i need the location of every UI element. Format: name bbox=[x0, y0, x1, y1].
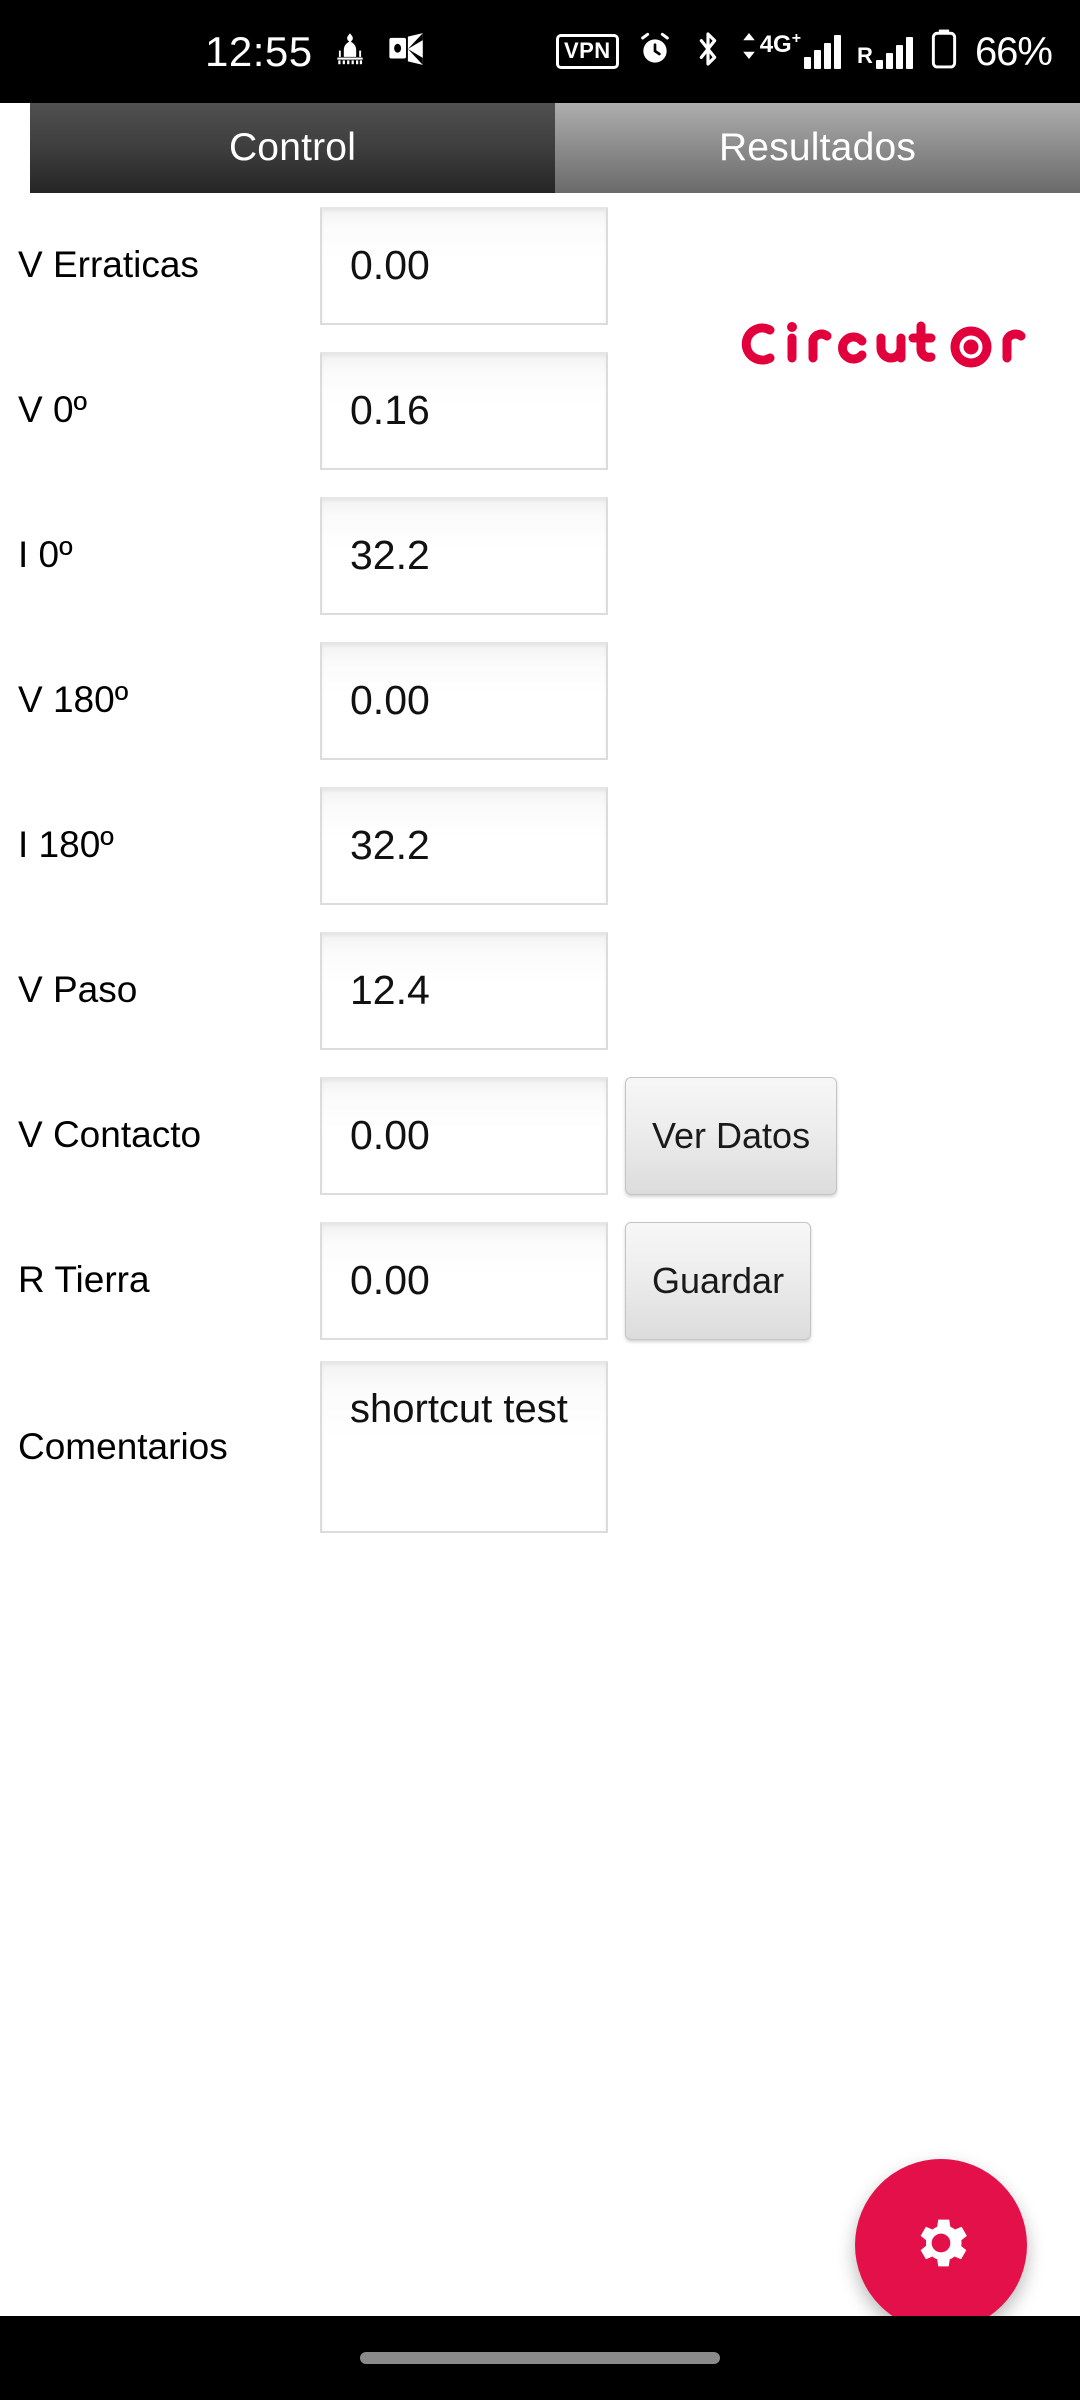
control-form: V Erraticas 0.00 V 0º 0.16 I 0º 32.2 V 1… bbox=[0, 193, 1080, 1541]
signal-bars bbox=[804, 34, 842, 69]
status-clock: 12:55 bbox=[205, 27, 313, 75]
v-180-input[interactable]: 0.00 bbox=[320, 641, 608, 760]
comentarios-input[interactable]: shortcut test bbox=[320, 1361, 608, 1533]
v-contacto-input[interactable]: 0.00 bbox=[320, 1076, 608, 1195]
field-label: V 0º bbox=[18, 389, 88, 431]
guardar-button[interactable]: Guardar bbox=[625, 1221, 812, 1340]
v-paso-input[interactable]: 12.4 bbox=[320, 931, 608, 1050]
ver-datos-button[interactable]: Ver Datos bbox=[625, 1076, 838, 1195]
prayer-times-icon bbox=[331, 30, 369, 73]
battery-icon bbox=[929, 27, 959, 76]
network-type-label: 4G+ bbox=[759, 29, 802, 58]
v-erraticas-input[interactable]: 0.00 bbox=[320, 206, 608, 325]
i-0-input[interactable]: 32.2 bbox=[320, 496, 608, 615]
home-gesture-pill[interactable] bbox=[360, 2352, 720, 2364]
form-row: V 180º 0.00 bbox=[0, 628, 1080, 773]
gear-icon bbox=[908, 2210, 974, 2281]
field-label: I 180º bbox=[18, 824, 114, 866]
roaming-signal-icon: R bbox=[857, 35, 913, 69]
r-tierra-input[interactable]: 0.00 bbox=[320, 1221, 608, 1340]
field-label: R Tierra bbox=[18, 1259, 150, 1301]
bluetooth-icon bbox=[691, 29, 725, 74]
mobile-signal-icon: 4G+ bbox=[741, 30, 842, 69]
form-row: R Tierra 0.00 Guardar bbox=[0, 1208, 1080, 1353]
field-label: Comentarios bbox=[18, 1425, 228, 1467]
status-bar: 12:55 VPN 4G+ R 66% bbox=[0, 0, 1080, 103]
form-row: I 180º 32.2 bbox=[0, 773, 1080, 918]
alarm-clock-icon bbox=[635, 29, 675, 74]
field-label: I 0º bbox=[18, 534, 73, 576]
status-bar-right: VPN 4G+ R 66% bbox=[555, 27, 1053, 76]
outlook-icon bbox=[387, 30, 425, 73]
field-label: V 180º bbox=[18, 679, 129, 721]
status-bar-left: 12:55 bbox=[205, 30, 425, 73]
v-0-input[interactable]: 0.16 bbox=[320, 351, 608, 470]
vpn-icon: VPN bbox=[555, 34, 619, 69]
gesture-nav-bar bbox=[0, 2316, 1080, 2400]
i-180-input[interactable]: 32.2 bbox=[320, 786, 608, 905]
form-row: I 0º 32.2 bbox=[0, 483, 1080, 628]
app-screen: 12:55 VPN 4G+ R 66% Control Resultados V… bbox=[0, 0, 1080, 2400]
field-label: V Contacto bbox=[18, 1114, 202, 1156]
tab-resultados[interactable]: Resultados bbox=[555, 103, 1080, 193]
form-row: Comentarios shortcut test bbox=[0, 1353, 1080, 1541]
settings-fab[interactable] bbox=[855, 2159, 1027, 2331]
form-row: V 0º 0.16 bbox=[0, 338, 1080, 483]
tab-control[interactable]: Control bbox=[30, 103, 555, 193]
roaming-label: R bbox=[857, 42, 873, 68]
form-row: V Contacto 0.00 Ver Datos bbox=[0, 1063, 1080, 1208]
tab-bar: Control Resultados bbox=[30, 103, 1080, 193]
roaming-bars bbox=[875, 35, 913, 69]
form-row: V Erraticas 0.00 bbox=[0, 193, 1080, 338]
form-row: V Paso 12.4 bbox=[0, 918, 1080, 1063]
battery-percent-label: 66% bbox=[974, 29, 1053, 74]
field-label: V Paso bbox=[18, 969, 138, 1011]
field-label: V Erraticas bbox=[18, 244, 199, 286]
